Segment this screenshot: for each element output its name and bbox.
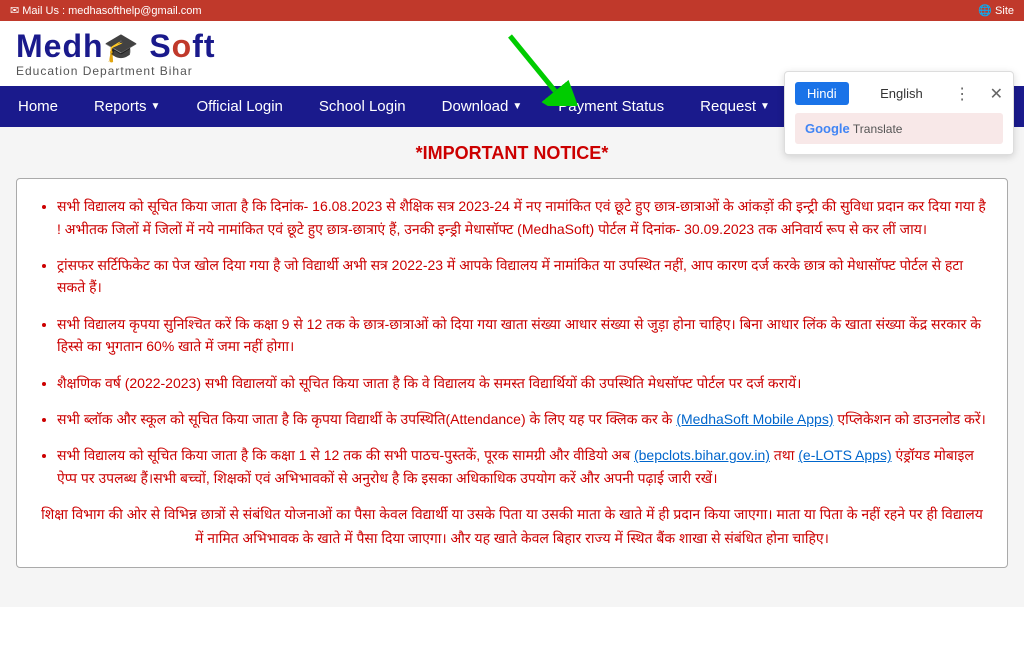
notice-item-2: ट्रांसफर सर्टिफिकेट का पेज खोल दिया गया … (57, 254, 987, 299)
medhasoft-app-link[interactable]: (MedhaSoft Mobile Apps) (676, 411, 833, 427)
nav-reports[interactable]: Reports ▼ (76, 86, 178, 127)
nav-school-login[interactable]: School Login (301, 86, 424, 127)
notice-last-item: शिक्षा विभाग की ओर से विभिन्न छात्रों से… (37, 503, 987, 551)
translate-popup: Hindi English ⋮ ✕ Google Translate (784, 71, 1014, 155)
translate-label: Translate (853, 122, 903, 136)
notice-item-1: सभी विद्यालय को सूचित किया जाता है कि दि… (57, 195, 987, 240)
translate-header: Hindi English ⋮ ✕ (795, 82, 1003, 105)
translate-close-icon[interactable]: ✕ (990, 84, 1003, 104)
bepclots-link[interactable]: (bepclots.bihar.gov.in) (634, 447, 770, 463)
nav-home[interactable]: Home (0, 86, 76, 127)
english-button[interactable]: English (868, 82, 935, 105)
site-label: 🌐 Site (978, 4, 1014, 17)
google-label: Google (805, 121, 850, 136)
notice-item-5: सभी ब्लॉक और स्कूल को सूचित किया जाता है… (57, 408, 987, 430)
nav-request[interactable]: Request ▼ (682, 86, 788, 127)
elots-link[interactable]: (e-LOTS Apps) (798, 447, 891, 463)
hindi-button[interactable]: Hindi (795, 82, 849, 105)
main-content: *IMPORTANT NOTICE* सभी विद्यालय को सूचित… (0, 127, 1024, 607)
logo-brand: Medh🎓 Soft (16, 29, 216, 64)
notice-list: सभी विद्यालय को सूचित किया जाता है कि दि… (37, 195, 987, 489)
translate-more-icon[interactable]: ⋮ (954, 84, 970, 104)
notice-item-6: सभी विद्यालय को सूचित किया जाता है कि कक… (57, 444, 987, 489)
reports-dropdown-icon: ▼ (151, 101, 161, 112)
notice-item-4: शैक्षणिक वर्ष (2022-2023) सभी विद्यालयों… (57, 372, 987, 394)
top-bar: ✉ Mail Us : medhasofthelp@gmail.com 🌐 Si… (0, 0, 1024, 21)
notice-item-3: सभी विद्यालय कृपया सुनिश्चित करें कि कक्… (57, 313, 987, 358)
notice-box: सभी विद्यालय को सूचित किया जाता है कि दि… (16, 178, 1008, 568)
email-label: ✉ Mail Us : medhasofthelp@gmail.com (10, 4, 202, 17)
nav-official-login[interactable]: Official Login (178, 86, 300, 127)
request-dropdown-icon: ▼ (760, 101, 770, 112)
arrow-indicator (500, 26, 580, 109)
logo-area: Medh🎓 Soft Education Department Bihar Hi… (0, 21, 1024, 86)
translate-branding: Google Translate (795, 113, 1003, 144)
logo: Medh🎓 Soft Education Department Bihar (16, 29, 216, 78)
logo-subtitle: Education Department Bihar (16, 64, 216, 78)
